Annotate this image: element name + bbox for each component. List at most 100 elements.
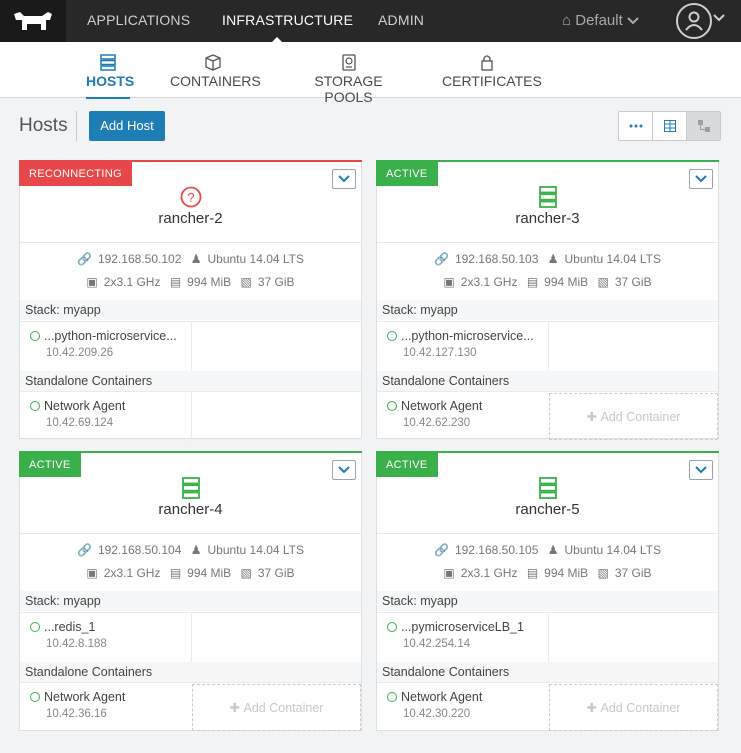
os-icon: ♟ [190, 543, 202, 557]
container-item[interactable]: ...pymicroserviceLB_1 10.42.254.14 [377, 613, 548, 663]
host-os: Ubuntu 14.04 LTS [207, 252, 304, 266]
tab-containers[interactable]: CONTAINERS [170, 42, 261, 98]
container-ip: 10.42.254.14 [403, 638, 471, 650]
host-card: ACTIVE rancher-5 🔗 192.168.50.105 ♟ Ubuntu… [376, 451, 719, 731]
tab-hosts[interactable]: HOSTS [86, 42, 135, 99]
standalone-row: Network Agent 10.42.62.230 ✚ Add Contain… [377, 391, 718, 441]
disk-icon: ▧ [240, 275, 252, 289]
container-ip: 10.42.8.188 [46, 638, 107, 650]
cow-logo-icon [14, 12, 52, 30]
rancher-logo[interactable] [0, 0, 66, 42]
cpu-icon: ▣ [86, 566, 98, 580]
host-resources-info: ▣ 2x3.1 GHz ▤ 994 MiB ▧ 37 GiB [377, 275, 718, 289]
svg-text:?: ? [187, 190, 194, 205]
top-navbar: APPLICATIONS INFRASTRUCTURE ADMIN ⌂ Defa… [0, 0, 741, 42]
host-name[interactable]: rancher-3 [377, 210, 718, 227]
chevron-down-icon [338, 175, 350, 183]
grid-view-button[interactable] [653, 112, 687, 140]
host-ip: 192.168.50.102 [97, 252, 182, 266]
tab-certificates[interactable]: CERTIFICATES [442, 42, 542, 98]
view-mode-switch [618, 111, 721, 141]
hierarchy-view-button[interactable] [687, 112, 720, 140]
nav-infrastructure[interactable]: INFRASTRUCTURE [222, 0, 353, 42]
status-ring-icon [387, 692, 397, 702]
status-ring-icon [30, 692, 40, 702]
container-item[interactable]: Network Agent 10.42.62.230 [377, 392, 548, 442]
cpu-icon: ▣ [86, 275, 98, 289]
divider [377, 533, 718, 534]
status-badge: ACTIVE [19, 453, 81, 477]
memory-icon: ▤ [526, 566, 539, 580]
container-ip: 10.42.62.230 [403, 417, 471, 429]
stack-row: ...python-microservice... 10.42.209.26 [20, 321, 362, 372]
containers-icon [205, 54, 221, 71]
container-item[interactable]: Network Agent 10.42.69.124 [20, 392, 191, 442]
tab-storage-pools[interactable]: STORAGE POOLS [295, 42, 402, 105]
host-resources-info: ▣ 2x3.1 GHz ▤ 994 MiB ▧ 37 GiB [20, 566, 361, 580]
standalone-label: Standalone Containers [377, 662, 718, 682]
stack-label: Stack: myapp [20, 300, 361, 320]
container-item[interactable]: Network Agent 10.42.30.220 [377, 683, 548, 733]
host-resources-info: ▣ 2x3.1 GHz ▤ 994 MiB ▧ 37 GiB [20, 275, 361, 289]
container-item[interactable]: ...python-microservice... 10.42.127.130 [377, 322, 548, 372]
empty-slot [548, 613, 719, 663]
standalone-label: Standalone Containers [20, 371, 361, 391]
dots-icon [629, 124, 642, 128]
user-menu-chevron-icon[interactable] [713, 14, 725, 22]
environment-selector[interactable]: ⌂ Default [562, 0, 639, 42]
standalone-label: Standalone Containers [377, 371, 718, 391]
host-name[interactable]: rancher-5 [377, 501, 718, 518]
grid-icon [663, 120, 676, 132]
host-ip: 192.168.50.103 [454, 252, 539, 266]
server-icon [538, 477, 557, 499]
tab-certificates-label: CERTIFICATES [442, 73, 542, 89]
container-name: Network Agent [44, 690, 126, 704]
status-badge: RECONNECTING [19, 162, 132, 186]
user-avatar[interactable] [676, 3, 712, 39]
container-ip: 10.42.209.26 [46, 347, 114, 359]
host-cpu: 2x3.1 GHz [103, 566, 161, 580]
plus-icon: ✚ [229, 701, 241, 715]
host-name[interactable]: rancher-4 [20, 501, 361, 518]
host-memory: 994 MiB [187, 566, 232, 580]
add-container-button[interactable]: ✚ Add Container [549, 684, 718, 731]
add-container-label: Add Container [600, 409, 681, 424]
container-item[interactable]: ...python-microservice... 10.42.209.26 [20, 322, 191, 372]
empty-slot [191, 322, 362, 372]
container-name: Network Agent [44, 399, 126, 413]
host-storage: 37 GiB [614, 275, 652, 289]
plus-icon: ✚ [586, 410, 598, 424]
status-ring-icon [30, 622, 40, 632]
tab-hosts-label: HOSTS [86, 73, 135, 89]
container-ip: 10.42.36.16 [46, 708, 107, 720]
add-container-label: Add Container [243, 700, 324, 715]
nav-applications[interactable]: APPLICATIONS [87, 0, 190, 42]
host-name[interactable]: rancher-2 [20, 210, 361, 227]
status-ring-icon [30, 401, 40, 411]
container-name: Network Agent [401, 690, 483, 704]
container-name: ...python-microservice... [401, 329, 534, 343]
list-view-button[interactable] [619, 112, 653, 140]
host-storage: 37 GiB [257, 275, 295, 289]
container-item[interactable]: ...redis_1 10.42.8.188 [20, 613, 191, 663]
storage-icon [341, 54, 356, 71]
add-container-button[interactable]: ✚ Add Container [549, 393, 718, 440]
status-ring-icon [387, 622, 397, 632]
sub-navbar: HOSTS CONTAINERS STORAGE POOLS CERTIFICA… [0, 42, 741, 105]
nav-admin[interactable]: ADMIN [378, 0, 424, 42]
stack-row: ...python-microservice... 10.42.127.130 [377, 321, 718, 372]
host-card: ACTIVE rancher-3 🔗 192.168.50.103 ♟ Ubuntu… [376, 160, 719, 441]
container-ip: 10.42.69.124 [46, 417, 114, 429]
status-badge: ACTIVE [376, 162, 438, 186]
host-status-icon [20, 477, 361, 499]
tab-containers-label: CONTAINERS [170, 73, 261, 89]
add-container-button[interactable]: ✚ Add Container [192, 684, 361, 731]
host-cpu: 2x3.1 GHz [103, 275, 161, 289]
os-icon: ♟ [547, 543, 559, 557]
host-ip: 192.168.50.105 [454, 543, 539, 557]
chevron-down-icon [627, 17, 639, 25]
os-icon: ♟ [547, 252, 559, 266]
environment-name: Default [575, 12, 623, 29]
container-item[interactable]: Network Agent 10.42.36.16 [20, 683, 191, 733]
add-host-button[interactable]: Add Host [89, 111, 165, 141]
